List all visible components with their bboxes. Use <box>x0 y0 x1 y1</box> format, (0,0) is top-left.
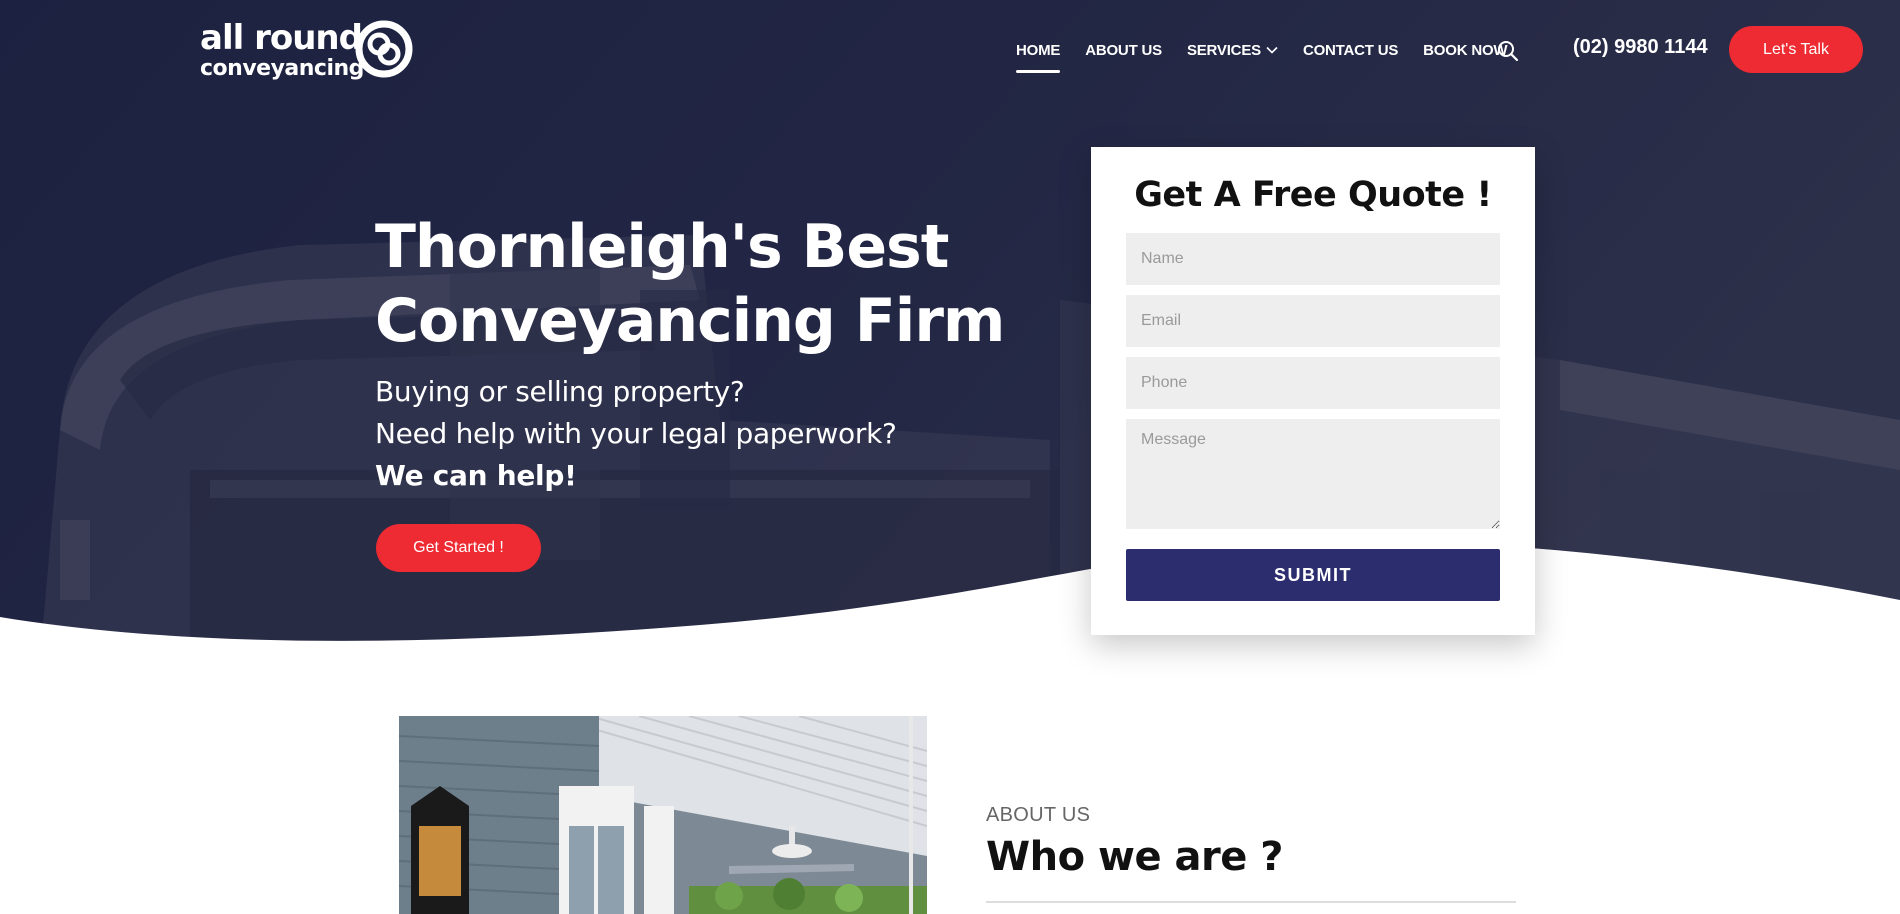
submit-button[interactable]: SUBMIT <box>1126 549 1500 601</box>
email-input[interactable] <box>1126 295 1500 347</box>
logo-rings-icon <box>355 20 413 78</box>
nav-item-label: CONTACT US <box>1302 41 1399 59</box>
hero-wave-divider <box>0 541 1900 914</box>
about-eyebrow: ABOUT US <box>986 804 1091 826</box>
about-porch-image <box>399 716 927 914</box>
name-input[interactable] <box>1126 233 1500 285</box>
phone-input[interactable] <box>1126 357 1500 409</box>
header-phone-link[interactable]: (02) 9980 1144 <box>1573 36 1708 59</box>
main-nav: HOME ABOUT US SERVICES CONTACT US BOOK N… <box>1016 40 1508 73</box>
nav-item-label: SERVICES <box>1186 41 1261 59</box>
nav-item-home[interactable]: HOME <box>1016 41 1061 73</box>
hero-title: Thornleigh's Best Conveyancing Firm <box>375 212 1005 356</box>
logo-text-secondary: conveyancing <box>200 56 364 81</box>
quote-form-card: Get A Free Quote ! SUBMIT <box>1091 147 1535 635</box>
logo-text-primary: all round <box>200 18 363 58</box>
get-started-button[interactable]: Get Started ! <box>376 524 541 572</box>
nav-item-label: HOME <box>1016 41 1061 59</box>
site-logo[interactable]: all round conveyancing <box>200 18 415 81</box>
quote-form-title: Get A Free Quote ! <box>1134 175 1492 215</box>
hero-subtitle-line-1: Buying or selling property? <box>375 375 745 408</box>
hero-subtitle-line-2: Need help with your legal paperwork? <box>375 417 897 450</box>
message-textarea[interactable] <box>1126 419 1500 529</box>
lets-talk-button[interactable]: Let's Talk <box>1729 26 1863 73</box>
hero-subtitle: Buying or selling property? Need help wi… <box>375 371 897 497</box>
about-title: Who we are ? <box>986 834 1284 880</box>
about-divider <box>986 901 1516 903</box>
nav-item-about-us[interactable]: ABOUT US <box>1085 42 1162 59</box>
nav-item-book-now[interactable]: BOOK NOW <box>1423 42 1507 59</box>
chevron-down-icon <box>1266 46 1278 54</box>
nav-item-label: BOOK NOW <box>1423 41 1508 59</box>
page: all round conveyancing HOME ABOUT US SER… <box>0 0 1900 914</box>
nav-item-contact-us[interactable]: CONTACT US <box>1303 42 1398 59</box>
hero-subtitle-line-3: We can help! <box>375 459 577 492</box>
search-icon[interactable] <box>1497 40 1519 62</box>
nav-item-services[interactable]: SERVICES <box>1187 42 1278 59</box>
nav-item-label: ABOUT US <box>1085 41 1162 59</box>
